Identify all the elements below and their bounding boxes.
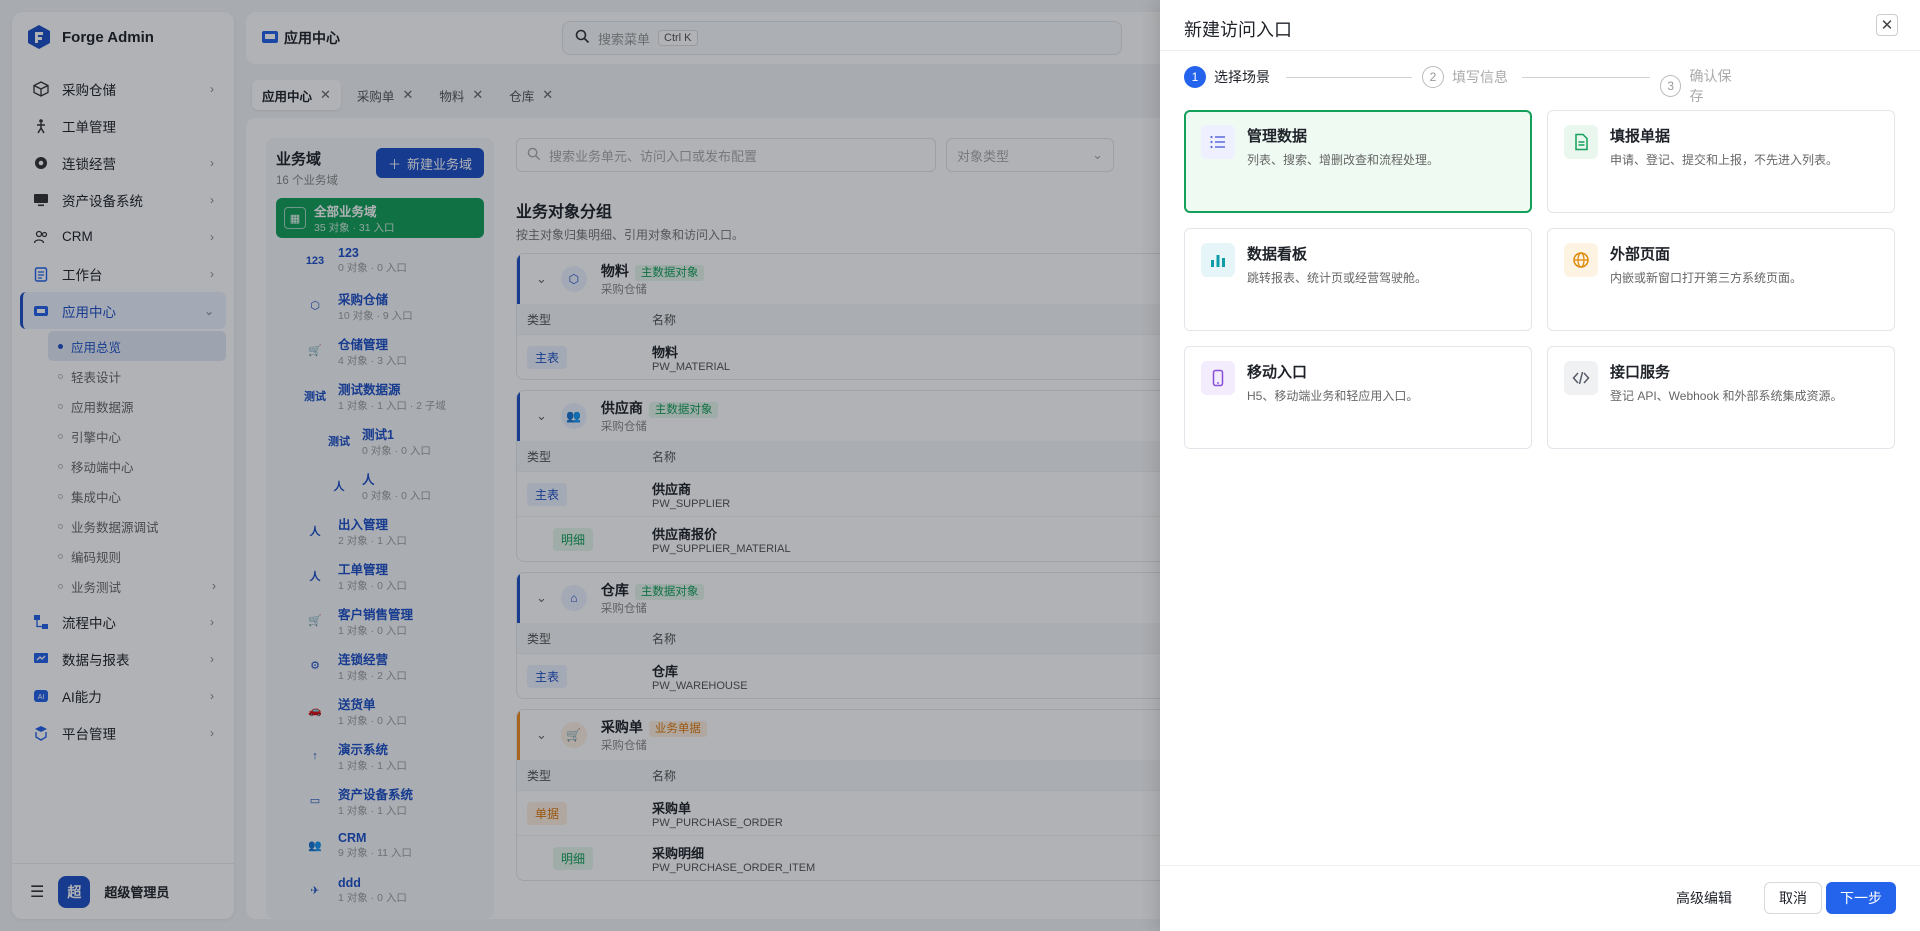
scenario-card-dashboard[interactable]: 数据看板跳转报表、统计页或经营驾驶舱。 — [1184, 228, 1532, 331]
scenario-title: 数据看板 — [1247, 246, 1308, 263]
scenario-desc: H5、移动端业务和轻应用入口。 — [1247, 389, 1419, 403]
close-button[interactable]: ✕ — [1876, 14, 1898, 36]
scenario-desc: 登记 API、Webhook 和外部系统集成资源。 — [1610, 389, 1843, 403]
scenario-card-manage-data[interactable]: 管理数据列表、搜索、增删改查和流程处理。 — [1184, 110, 1532, 213]
step-1: 1 选择场景 — [1184, 66, 1270, 88]
scenario-title: 管理数据 — [1247, 128, 1308, 145]
modal-overlay[interactable] — [0, 0, 1160, 931]
scenario-card-external-page[interactable]: 外部页面内嵌或新窗口打开第三方系统页面。 — [1547, 228, 1895, 331]
scenario-title: 填报单据 — [1610, 128, 1671, 145]
drawer-footer: 高级编辑 取消 下一步 — [1160, 865, 1920, 931]
step-label: 选择场景 — [1214, 69, 1270, 85]
mobile-icon — [1201, 361, 1235, 395]
list-icon — [1201, 125, 1235, 159]
close-icon: ✕ — [1880, 17, 1894, 34]
scenario-desc: 跳转报表、统计页或经营驾驶舱。 — [1247, 271, 1428, 285]
new-entry-drawer: 新建访问入口 ✕ 1 选择场景 2 填写信息 3 确认保存 管理数据列表、搜索、… — [1160, 0, 1920, 931]
scenario-title: 移动入口 — [1247, 364, 1308, 381]
step-number: 3 — [1660, 75, 1682, 97]
step-3: 3 确认保存 — [1660, 66, 1744, 106]
scenario-card-mobile[interactable]: 移动入口 H5、移动端业务和轻应用入口。 — [1184, 346, 1532, 449]
scenario-desc: 内嵌或新窗口打开第三方系统页面。 — [1610, 271, 1803, 285]
bar-chart-icon — [1201, 243, 1235, 277]
step-number: 1 — [1184, 66, 1206, 88]
stepper: 1 选择场景 2 填写信息 3 确认保存 — [1184, 66, 1744, 104]
scenario-card-api[interactable]: 接口服务登记 API、Webhook 和外部系统集成资源。 — [1547, 346, 1895, 449]
step-connector — [1286, 77, 1412, 78]
scenario-desc: 列表、搜索、增删改查和流程处理。 — [1247, 153, 1440, 167]
code-icon — [1564, 361, 1598, 395]
next-button[interactable]: 下一步 — [1826, 882, 1896, 914]
app-root: Forge Admin 采购仓储 › 工单管理 连锁经营 › 资产设备系统 › — [0, 0, 1920, 931]
step-label: 填写信息 — [1452, 69, 1508, 85]
globe-icon — [1564, 243, 1598, 277]
step-2: 2 填写信息 — [1422, 66, 1508, 88]
advanced-edit-button[interactable]: 高级编辑 — [1662, 882, 1746, 914]
drawer-title: 新建访问入口 — [1184, 20, 1292, 40]
divider — [1160, 50, 1920, 51]
step-connector — [1522, 77, 1650, 78]
step-label: 确认保存 — [1689, 68, 1732, 104]
scenario-card-fill-form[interactable]: 填报单据申请、登记、提交和上报，不先进入列表。 — [1547, 110, 1895, 213]
scenario-title: 接口服务 — [1610, 364, 1671, 381]
step-number: 2 — [1422, 66, 1444, 88]
scenario-desc: 申请、登记、提交和上报，不先进入列表。 — [1610, 153, 1839, 167]
scenario-title: 外部页面 — [1610, 246, 1671, 263]
document-icon — [1564, 125, 1598, 159]
cancel-button[interactable]: 取消 — [1764, 882, 1822, 914]
scenario-grid: 管理数据列表、搜索、增删改查和流程处理。 填报单据申请、登记、提交和上报，不先进… — [1184, 110, 1896, 449]
